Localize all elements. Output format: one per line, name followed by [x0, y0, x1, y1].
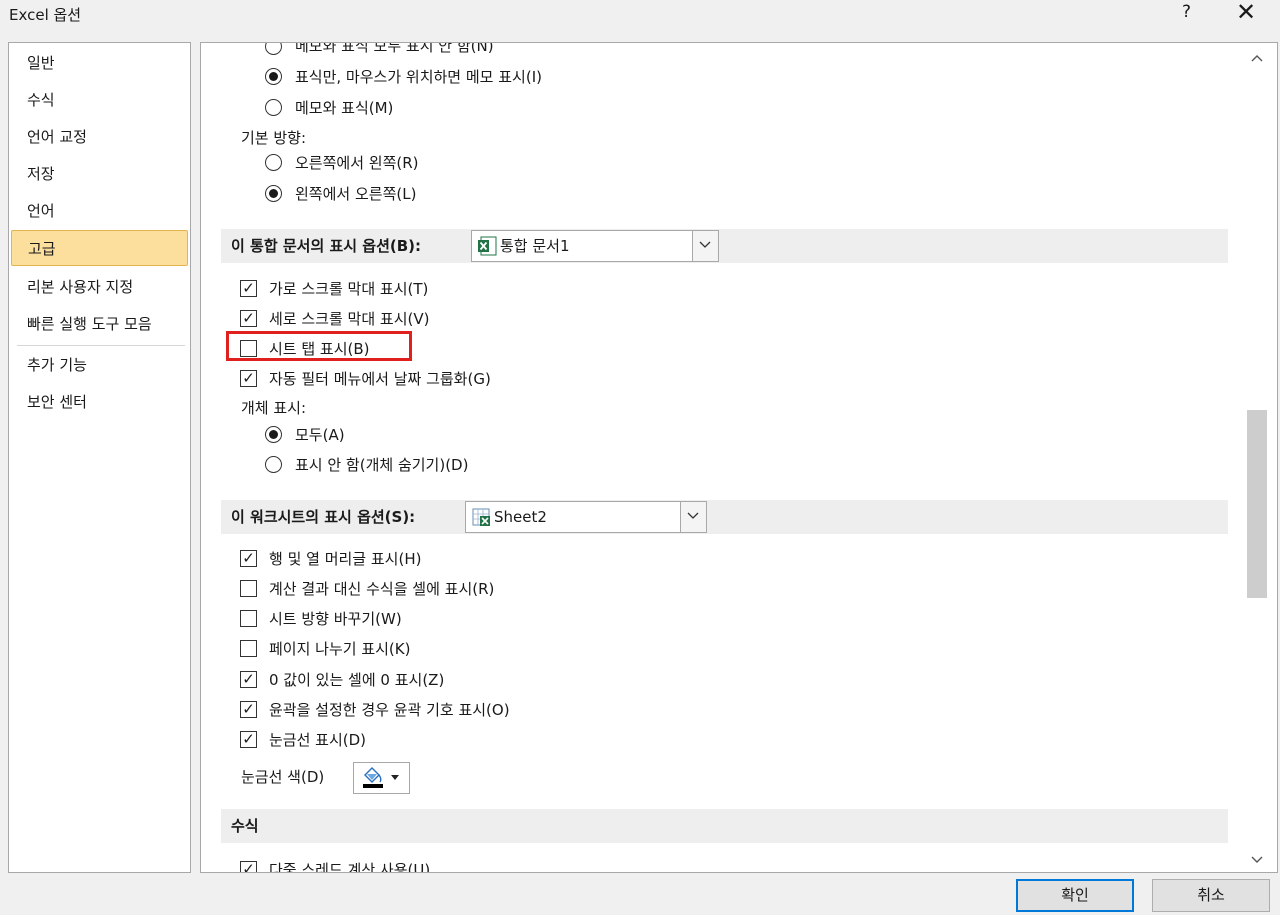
sidebar-item-save[interactable]: 저장 — [11, 156, 188, 192]
radio-no-comments[interactable] — [265, 43, 282, 55]
radio-indicator-only[interactable] — [265, 68, 282, 85]
radio-objects-all[interactable] — [265, 426, 282, 443]
radio-left-to-right[interactable] — [265, 185, 282, 202]
worksheet-select[interactable]: Sheet2 — [465, 501, 707, 533]
label-comments-and-indicators: 메모와 표식(M) — [295, 99, 394, 117]
excel-workbook-icon — [478, 236, 497, 256]
cancel-button[interactable]: 취소 — [1152, 879, 1270, 912]
chevron-down-icon[interactable] — [680, 502, 706, 532]
excel-sheet-icon — [472, 508, 490, 526]
label-objects-all: 모두(A) — [295, 426, 345, 444]
scroll-down-icon[interactable] — [1247, 853, 1267, 872]
sidebar: 일반 수식 언어 교정 저장 언어 고급 리본 사용자 지정 빠른 실행 도구 … — [8, 42, 191, 873]
section-worksheet-heading: 이 워크시트의 표시 옵션(S): — [231, 508, 416, 526]
checkbox-zero-values[interactable]: ✓ — [240, 671, 257, 688]
label-multithread: 다중 스레드 계산 사용(U) — [269, 861, 431, 873]
checkbox-show-formulas[interactable] — [240, 580, 257, 597]
sidebar-item-addins[interactable]: 추가 기능 — [11, 347, 188, 383]
label-zero-values: 0 값이 있는 셀에 0 표시(Z) — [269, 671, 445, 689]
section-formulas: 수식 — [221, 809, 1228, 843]
checkbox-vertical-scrollbar[interactable]: ✓ — [240, 310, 257, 327]
section-formulas-heading: 수식 — [231, 817, 259, 835]
sidebar-item-language[interactable]: 언어 — [11, 193, 188, 229]
checkbox-gridlines[interactable]: ✓ — [240, 731, 257, 748]
close-button[interactable]: ✕ — [1236, 0, 1256, 26]
label-right-to-left: 오른쪽에서 왼쪽(R) — [295, 154, 419, 172]
checkbox-multithread[interactable]: ✓ — [240, 861, 257, 872]
checkbox-group-dates[interactable]: ✓ — [240, 370, 257, 387]
label-left-to-right: 왼쪽에서 오른쪽(L) — [295, 185, 417, 203]
checkbox-page-breaks[interactable] — [240, 640, 257, 657]
chevron-down-icon[interactable] — [692, 231, 718, 261]
sidebar-item-general[interactable]: 일반 — [11, 45, 188, 81]
label-gridline-color: 눈금선 색(D) — [241, 768, 325, 786]
section-workbook-display: 이 통합 문서의 표시 옵션(B): — [221, 229, 1228, 263]
scroll-thumb[interactable] — [1247, 410, 1267, 598]
highlight-box — [226, 331, 412, 361]
options-panel: 메모와 표식 모두 표시 안 함(N) 표식만, 마우스가 위치하면 메모 표시… — [200, 42, 1278, 873]
sidebar-item-advanced[interactable]: 고급 — [11, 230, 188, 266]
sidebar-item-customize-ribbon[interactable]: 리본 사용자 지정 — [11, 269, 188, 305]
section-worksheet-display: 이 워크시트의 표시 옵션(S): — [221, 500, 1228, 534]
checkbox-outline-symbols[interactable]: ✓ — [240, 701, 257, 718]
radio-objects-none[interactable] — [265, 456, 282, 473]
sidebar-item-trust-center[interactable]: 보안 센터 — [11, 384, 188, 420]
checkbox-horizontal-scrollbar[interactable]: ✓ — [240, 280, 257, 297]
label-default-direction: 기본 방향: — [241, 129, 307, 147]
label-show-formulas: 계산 결과 대신 수식을 셀에 표시(R) — [269, 580, 495, 598]
label-indicator-only: 표식만, 마우스가 위치하면 메모 표시(I) — [295, 68, 542, 86]
section-workbook-heading: 이 통합 문서의 표시 옵션(B): — [231, 237, 422, 255]
label-outline-symbols: 윤곽을 설정한 경우 윤곽 기호 표시(O) — [269, 701, 510, 719]
label-objects: 개체 표시: — [241, 399, 307, 417]
worksheet-select-value: Sheet2 — [494, 508, 547, 526]
sidebar-divider — [17, 345, 185, 346]
label-objects-none: 표시 안 함(개체 숨기기)(D) — [295, 456, 469, 474]
label-page-breaks: 페이지 나누기 표시(K) — [269, 640, 411, 658]
checkbox-row-column-headers[interactable]: ✓ — [240, 550, 257, 567]
paint-bucket-icon — [363, 767, 399, 788]
label-no-comments: 메모와 표식 모두 표시 안 함(N) — [295, 42, 494, 55]
window-title: Excel 옵션 — [9, 6, 82, 24]
sidebar-item-proofing[interactable]: 언어 교정 — [11, 119, 188, 155]
workbook-select[interactable]: 통합 문서1 — [471, 230, 719, 262]
workbook-select-value: 통합 문서1 — [500, 237, 570, 255]
vertical-scrollbar[interactable] — [1247, 43, 1277, 872]
label-sheet-rtl: 시트 방향 바꾸기(W) — [269, 610, 402, 628]
ok-button[interactable]: 확인 — [1016, 879, 1134, 912]
label-group-dates: 자동 필터 메뉴에서 날짜 그룹화(G) — [269, 370, 491, 388]
gridline-color-button[interactable] — [353, 762, 410, 794]
title-bar: Excel 옵션 ? ✕ — [0, 0, 1280, 34]
label-vertical-scrollbar: 세로 스크롤 막대 표시(V) — [269, 310, 430, 328]
sidebar-item-quick-access[interactable]: 빠른 실행 도구 모음 — [11, 306, 188, 342]
label-horizontal-scrollbar: 가로 스크롤 막대 표시(T) — [269, 280, 429, 298]
scroll-up-icon[interactable] — [1247, 51, 1267, 71]
sidebar-item-formulas[interactable]: 수식 — [11, 82, 188, 118]
radio-right-to-left[interactable] — [265, 154, 282, 171]
checkbox-sheet-rtl[interactable] — [240, 610, 257, 627]
radio-comments-and-indicators[interactable] — [265, 99, 282, 116]
help-button[interactable]: ? — [1182, 2, 1191, 22]
label-gridlines: 눈금선 표시(D) — [269, 731, 367, 749]
label-row-column-headers: 행 및 열 머리글 표시(H) — [269, 550, 422, 568]
